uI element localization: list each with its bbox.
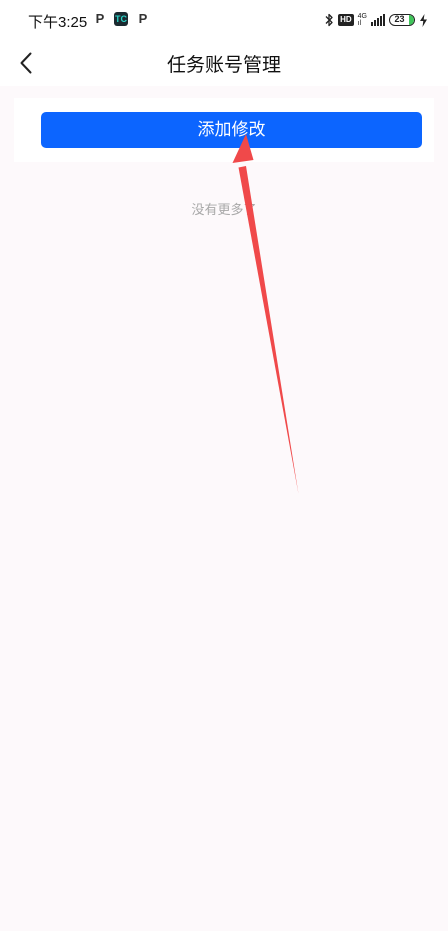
charging-icon <box>420 13 427 27</box>
battery-charge-level <box>409 15 414 25</box>
action-card: 添加修改 <box>14 98 434 162</box>
no-more-label: 没有更多了 <box>191 203 257 218</box>
status-bar: 下午3:25 P TC P HD 4G ıl 23 <box>0 0 448 40</box>
network-type-label: 4G <box>357 13 367 20</box>
app-notification-p-icon: P <box>138 11 148 26</box>
hd-badge: HD <box>338 14 354 26</box>
app-notification-tc-icon: TC <box>114 12 128 26</box>
app-notification-p-icon: P <box>95 11 105 26</box>
status-time: 下午3:25 <box>28 14 88 31</box>
page-title: 任务账号管理 <box>166 54 281 76</box>
bluetooth-icon <box>325 13 333 27</box>
network-activity-label: ıl <box>357 20 362 27</box>
header: 任务账号管理 <box>0 40 448 86</box>
add-modify-button[interactable]: 添加修改 <box>41 112 422 148</box>
battery-icon: 23 <box>389 14 415 26</box>
battery-level: 23 <box>394 14 405 24</box>
status-indicators: HD 4G ıl 23 <box>324 11 428 29</box>
network-type: 4G ıl <box>358 13 367 27</box>
signal-icon <box>371 14 385 26</box>
